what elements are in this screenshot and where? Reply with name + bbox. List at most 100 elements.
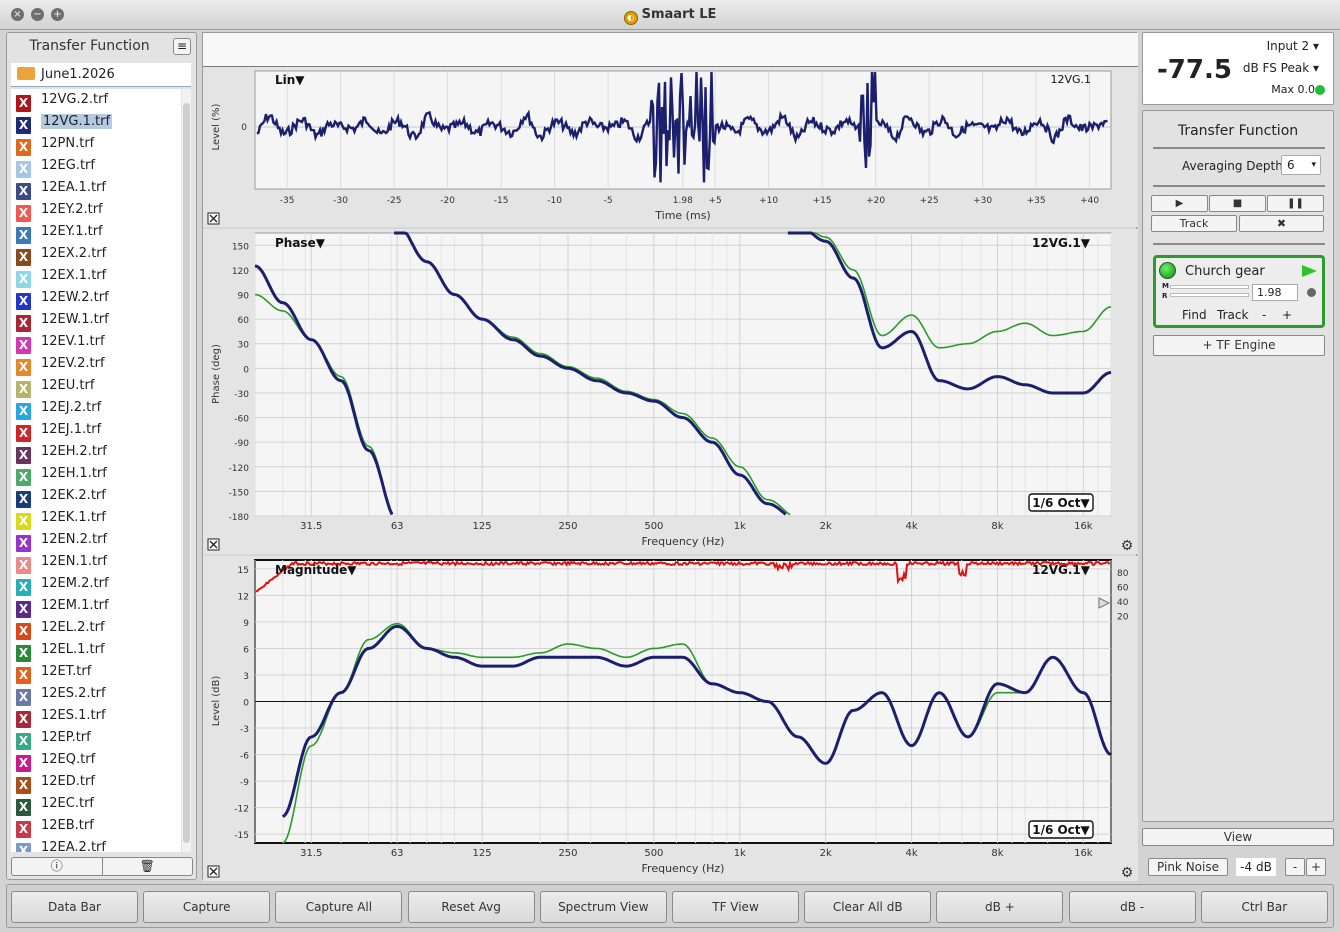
toolbar-button-spectrum-view[interactable]: Spectrum View <box>539 891 667 923</box>
phase-y-tick: -150 <box>229 488 250 498</box>
toolbar-button-capture[interactable]: Capture <box>143 891 271 923</box>
impulse-x-tick: -25 <box>387 196 402 206</box>
trash-icon[interactable]: 🗑 <box>101 858 193 875</box>
file-item[interactable]: X 12EY.1.trf <box>11 221 181 244</box>
magnitude-y-label: Level (dB) <box>211 676 222 727</box>
trf-file-icon: X <box>16 227 31 244</box>
file-item[interactable]: X 12EJ.2.trf <box>11 397 181 420</box>
file-item[interactable]: X 12EB.trf <box>11 815 181 838</box>
file-item[interactable]: X 12EH.1.trf <box>11 463 181 486</box>
gear-icon[interactable]: ⚙ <box>1121 538 1134 554</box>
phase-y-tick: 150 <box>232 242 249 252</box>
file-item[interactable]: X 12EG.trf <box>11 155 181 178</box>
engine-track-button[interactable]: Track <box>1217 308 1248 322</box>
file-item[interactable]: X 12EL.2.trf <box>11 617 181 640</box>
file-item[interactable]: X 12EJ.1.trf <box>11 419 181 442</box>
input-meter: -77.5 Input 2 ▾ dB FS Peak ▾ Max 0.0 <box>1142 32 1334 105</box>
coherence-tick: 20 <box>1117 613 1129 623</box>
track-button[interactable]: Track <box>1151 215 1237 232</box>
file-item[interactable]: X 12EV.2.trf <box>11 353 181 376</box>
pink-noise-button[interactable]: Pink Noise <box>1148 858 1228 876</box>
delay-plus-button[interactable]: + <box>1282 308 1292 322</box>
file-item[interactable]: X 12ED.trf <box>11 771 181 794</box>
trf-file-icon: X <box>16 161 31 178</box>
file-item[interactable]: X 12EY.2.trf <box>11 199 181 222</box>
toolbar-button-capture-all[interactable]: Capture All <box>275 891 403 923</box>
noise-minus-button[interactable]: - <box>1285 858 1305 876</box>
file-item[interactable]: X 12EC.trf <box>11 793 181 816</box>
file-name: 12PN.trf <box>41 136 95 151</box>
info-icon[interactable]: ⓘ <box>12 858 102 875</box>
toolbar-button-data-bar[interactable]: Data Bar <box>11 891 138 923</box>
impulse-plot[interactable]: -35 -30 -25 -20 -15 -10 -5 1.98 +5 +10 +15 +20 +25 +3… <box>203 67 1138 227</box>
file-list-scrollbar[interactable] <box>182 89 191 852</box>
phase-x-tick: 16k <box>1074 521 1093 532</box>
file-item[interactable]: X 12EM.2.trf <box>11 573 181 596</box>
file-item[interactable]: X 12EX.2.trf <box>11 243 181 266</box>
input-select[interactable]: Input 2 ▾ <box>1267 39 1319 53</box>
stop-button[interactable]: ■ <box>1209 195 1266 212</box>
scrollbar-thumb[interactable] <box>183 103 190 843</box>
file-item[interactable]: X 12EN.2.trf <box>11 529 181 552</box>
folder-item[interactable]: June1.2026 <box>11 63 191 87</box>
delay-input[interactable]: 1.98 <box>1252 284 1298 301</box>
file-name: 12EG.trf <box>41 158 95 173</box>
file-item[interactable]: X 12EA.2.trf <box>11 837 181 852</box>
magnitude-x-tick: 500 <box>644 848 663 859</box>
trf-file-icon: X <box>16 381 31 398</box>
coherence-tick: 60 <box>1117 584 1129 594</box>
averaging-select[interactable]: 6 ▾ <box>1281 155 1321 175</box>
file-item[interactable]: X 12EA.1.trf <box>11 177 181 200</box>
noise-level-field[interactable]: -4 dB <box>1236 858 1276 876</box>
file-item[interactable]: X 12EK.1.trf <box>11 507 181 530</box>
engine-run-led[interactable] <box>1159 262 1176 279</box>
magnitude-y-tick: -15 <box>234 831 249 841</box>
title-bar: × − + ◐ Smaart LE <box>0 0 1340 30</box>
file-item[interactable]: X 12VG.2.trf <box>11 89 181 112</box>
noise-plus-button[interactable]: + <box>1306 858 1326 876</box>
trf-file-icon: X <box>16 799 31 816</box>
file-item[interactable]: X 12PN.trf <box>11 133 181 156</box>
toolbar-button-reset-avg[interactable]: Reset Avg <box>407 891 535 923</box>
toolbar-button-db[interactable]: dB + <box>936 891 1064 923</box>
phase-plot[interactable]: 31.5 63 125 250 500 1k 2k 4k 8k 16k 150 120 90 60 30 0 -… <box>203 229 1138 554</box>
unit-select[interactable]: dB FS Peak ▾ <box>1243 61 1319 75</box>
file-sidebar: Transfer Function ≡ June1.2026 X 12VG.2.t… <box>6 32 197 880</box>
phase-y-tick: 90 <box>238 292 250 302</box>
file-item[interactable]: X 12EW.2.trf <box>11 287 181 310</box>
file-item[interactable]: X 12EL.1.trf <box>11 639 181 662</box>
magnitude-plot[interactable]: 31.5 63 125 250 500 1k 2k 4k 8k 16k 15 12 9 6 3 0 -3 -6 -9… <box>203 556 1138 881</box>
file-item[interactable]: X 12EU.trf <box>11 375 181 398</box>
tf-engine-church-gear[interactable]: Church gear M R 1.98 Find Track - + <box>1153 255 1325 328</box>
toolbar-button-clear-all-db[interactable]: Clear All dB <box>804 891 932 923</box>
file-item[interactable]: X 12EM.1.trf <box>11 595 181 618</box>
trf-file-icon: X <box>16 447 31 464</box>
file-item[interactable]: X 12ET.trf <box>11 661 181 684</box>
toolbar-button-ctrl-bar[interactable]: Ctrl Bar <box>1200 891 1328 923</box>
file-item[interactable]: X 12EH.2.trf <box>11 441 181 464</box>
tools-icon[interactable]: ✖ <box>1239 215 1324 232</box>
pause-button[interactable]: ❚❚ <box>1267 195 1324 212</box>
file-item[interactable]: X 12EW.1.trf <box>11 309 181 332</box>
file-name: 12EM.2.trf <box>41 576 109 591</box>
file-item[interactable]: X 12EQ.trf <box>11 749 181 772</box>
engine-play-icon[interactable] <box>1302 265 1317 277</box>
find-button[interactable]: Find <box>1182 308 1207 322</box>
toolbar-button-db[interactable]: dB - <box>1068 891 1196 923</box>
sidebar-title: Transfer Function <box>29 38 150 54</box>
file-item[interactable]: X 12EP.trf <box>11 727 181 750</box>
file-item[interactable]: X 12ES.2.trf <box>11 683 181 706</box>
gear-icon[interactable]: ⚙ <box>1121 865 1134 881</box>
file-item[interactable]: X 12EX.1.trf <box>11 265 181 288</box>
file-item[interactable]: X 12ES.1.trf <box>11 705 181 728</box>
file-item[interactable]: X 12VG.1.trf <box>11 111 181 134</box>
file-item[interactable]: X 12EN.1.trf <box>11 551 181 574</box>
play-button[interactable]: ▶ <box>1151 195 1208 212</box>
add-tf-engine-button[interactable]: + TF Engine <box>1153 335 1325 356</box>
file-item[interactable]: X 12EK.2.trf <box>11 485 181 508</box>
view-button[interactable]: View <box>1142 828 1334 846</box>
file-item[interactable]: X 12EV.1.trf <box>11 331 181 354</box>
sidebar-menu-icon[interactable]: ≡ <box>173 38 191 55</box>
delay-minus-button[interactable]: - <box>1262 308 1266 322</box>
toolbar-button-tf-view[interactable]: TF View <box>672 891 799 923</box>
